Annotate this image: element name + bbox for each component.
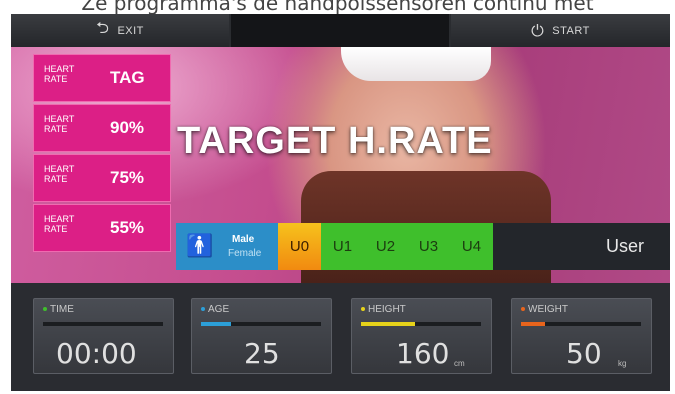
weight-unit: kg: [618, 359, 627, 368]
exit-button[interactable]: ⮌ EXIT: [11, 14, 229, 47]
heart-rate-75-button[interactable]: HEART RATE 75%: [33, 154, 171, 202]
height-value: 160: [396, 337, 450, 370]
heart-rate-caption: HEART RATE: [44, 114, 75, 134]
page-caption: Ze programma's de handpolssensoren conti…: [81, 0, 594, 15]
heart-rate-90-button[interactable]: HEART RATE 90%: [33, 104, 171, 152]
gender-male-label: Male: [232, 234, 255, 245]
height-label: HEIGHT: [361, 304, 406, 315]
height-dot-icon: [361, 307, 365, 312]
time-card[interactable]: TIME 00:00: [33, 298, 174, 374]
power-icon: ⏻: [531, 20, 545, 40]
heart-rate-caption: HEART RATE: [44, 164, 75, 184]
person-icon: 🚹: [186, 234, 214, 259]
height-bar: [361, 322, 481, 326]
start-button[interactable]: ⏻ START: [451, 14, 670, 47]
weight-dot-icon: [521, 307, 525, 312]
time-label: TIME: [43, 304, 74, 315]
heart-rate-value: 90%: [110, 118, 145, 137]
back-arrow-icon: ⮌: [96, 18, 110, 37]
user-button-u1[interactable]: U1: [321, 223, 364, 270]
age-bar-fill: [201, 322, 231, 326]
time-value: 00:00: [56, 337, 137, 370]
gender-toggle[interactable]: 🚹 Male Female: [176, 223, 278, 270]
user-button-u3[interactable]: U3: [407, 223, 450, 270]
age-dot-icon: [201, 307, 205, 312]
age-bar: [201, 322, 321, 326]
treadmill-console-screen: ⮌ EXIT ⏻ START TARGET H.RATE HEART RATE …: [11, 14, 670, 391]
user-button-u4[interactable]: U4: [450, 223, 493, 270]
stats-panel: TIME 00:00 AGE 25 HEIGHT 160 cm WEIGHT 5…: [11, 283, 670, 391]
heart-rate-caption: HEART RATE: [44, 214, 75, 234]
weight-label: WEIGHT: [521, 304, 568, 315]
top-bar: ⮌ EXIT ⏻ START: [11, 14, 670, 47]
age-value: 25: [244, 337, 280, 370]
heart-rate-tag-button[interactable]: HEART RATE TAG: [33, 54, 171, 102]
height-card[interactable]: HEIGHT 160 cm: [351, 298, 492, 374]
heart-rate-value: TAG: [110, 68, 145, 87]
weight-bar-fill: [521, 322, 545, 326]
top-bar-center: [231, 14, 449, 47]
age-card[interactable]: AGE 25: [191, 298, 332, 374]
user-button-u0[interactable]: U0: [278, 223, 321, 270]
weight-value: 50: [566, 337, 602, 370]
heart-rate-value: 75%: [110, 168, 145, 187]
heart-rate-caption: HEART RATE: [44, 64, 75, 84]
age-label: AGE: [201, 304, 229, 315]
heart-rate-55-button[interactable]: HEART RATE 55%: [33, 204, 171, 252]
height-bar-fill: [361, 322, 415, 326]
hero-shirt: [341, 47, 491, 81]
start-label: START: [552, 24, 590, 37]
program-title: TARGET H.RATE: [177, 120, 493, 162]
weight-bar: [521, 322, 641, 326]
user-button-u2[interactable]: U2: [364, 223, 407, 270]
user-button[interactable]: User: [493, 223, 670, 270]
weight-card[interactable]: WEIGHT 50 kg: [511, 298, 652, 374]
gender-female-label: Female: [228, 248, 262, 259]
user-profile-row: 🚹 Male Female U0 U1 U2 U3 U4 User: [176, 223, 670, 270]
height-unit: cm: [454, 359, 465, 368]
exit-label: EXIT: [117, 24, 144, 37]
heart-rate-value: 55%: [110, 218, 145, 237]
time-dot-icon: [43, 307, 47, 312]
time-bar: [43, 322, 163, 326]
